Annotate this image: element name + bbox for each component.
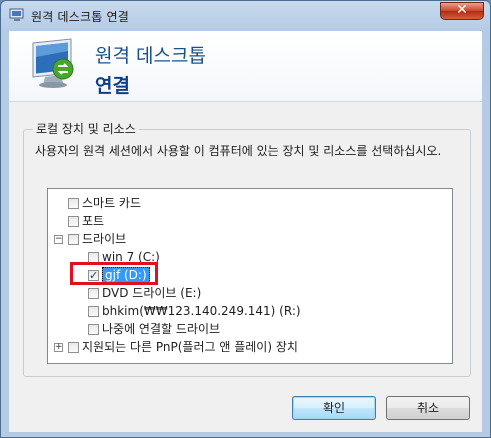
tree-item-label: 드라이브 [82,232,127,246]
tree-item-smartcard[interactable]: 스마트 카드 [68,194,141,212]
rdp-window: 원격 데스크톱 연결 ✕ 원격 데스크톱 연결 로컬 장치 및 리소스 사용자의… [0,0,491,438]
expand-icon[interactable]: + [54,343,63,352]
close-button[interactable]: ✕ [440,2,484,20]
tree-item-drives[interactable]: 드라이브 [68,230,126,248]
remote-desktop-icon [9,8,24,21]
tree-item-label: 지원되는 다른 PnP(플러그 앤 플레이) 장치 [82,340,298,354]
dialog-header: 원격 데스크톱 연결 [9,31,482,101]
group-description: 사용자의 원격 세션에서 사용할 이 컴퓨터에 있는 장치 및 리소스를 선택하… [35,144,442,158]
monitor-icon [32,38,74,88]
tree-item-label: 스마트 카드 [82,196,142,210]
checkbox[interactable] [88,324,99,335]
checkbox[interactable] [68,342,79,353]
tree-item-pnp-devices[interactable]: 지원되는 다른 PnP(플러그 앤 플레이) 장치 [68,338,298,356]
checkbox[interactable] [68,234,79,245]
window-title: 원격 데스크톱 연결 [31,10,129,24]
checkbox[interactable] [68,198,79,209]
checkbox[interactable] [68,216,79,227]
tree-item-label: 포트 [82,214,105,228]
annotation-highlight-box [70,262,158,285]
tree-item-drive-r[interactable]: bhkim(₩₩123.140.249.141) (R:) [88,302,301,320]
tree-item-label: DVD 드라이브 (E:) [102,286,202,300]
tree-item-label: bhkim(₩₩123.140.249.141) (R:) [102,304,301,318]
checkbox[interactable] [88,288,99,299]
collapse-icon[interactable]: − [54,235,63,244]
close-icon: ✕ [456,2,468,18]
cancel-button[interactable]: 취소 [386,396,470,420]
header-title: 원격 데스크톱 [95,45,206,67]
ok-button[interactable]: 확인 [292,396,376,420]
checkbox[interactable] [88,306,99,317]
header-subtitle: 연결 [95,75,130,97]
tree-item-label: 나중에 연결할 드라이브 [102,322,221,336]
title-bar[interactable]: 원격 데스크톱 연결 ✕ [1,1,490,31]
tree-item-drive-e[interactable]: DVD 드라이브 (E:) [88,284,201,302]
tree-item-later-drives[interactable]: 나중에 연결할 드라이브 [88,320,220,338]
tree-item-ports[interactable]: 포트 [68,212,104,230]
group-title: 로컬 장치 및 리소스 [33,120,139,137]
